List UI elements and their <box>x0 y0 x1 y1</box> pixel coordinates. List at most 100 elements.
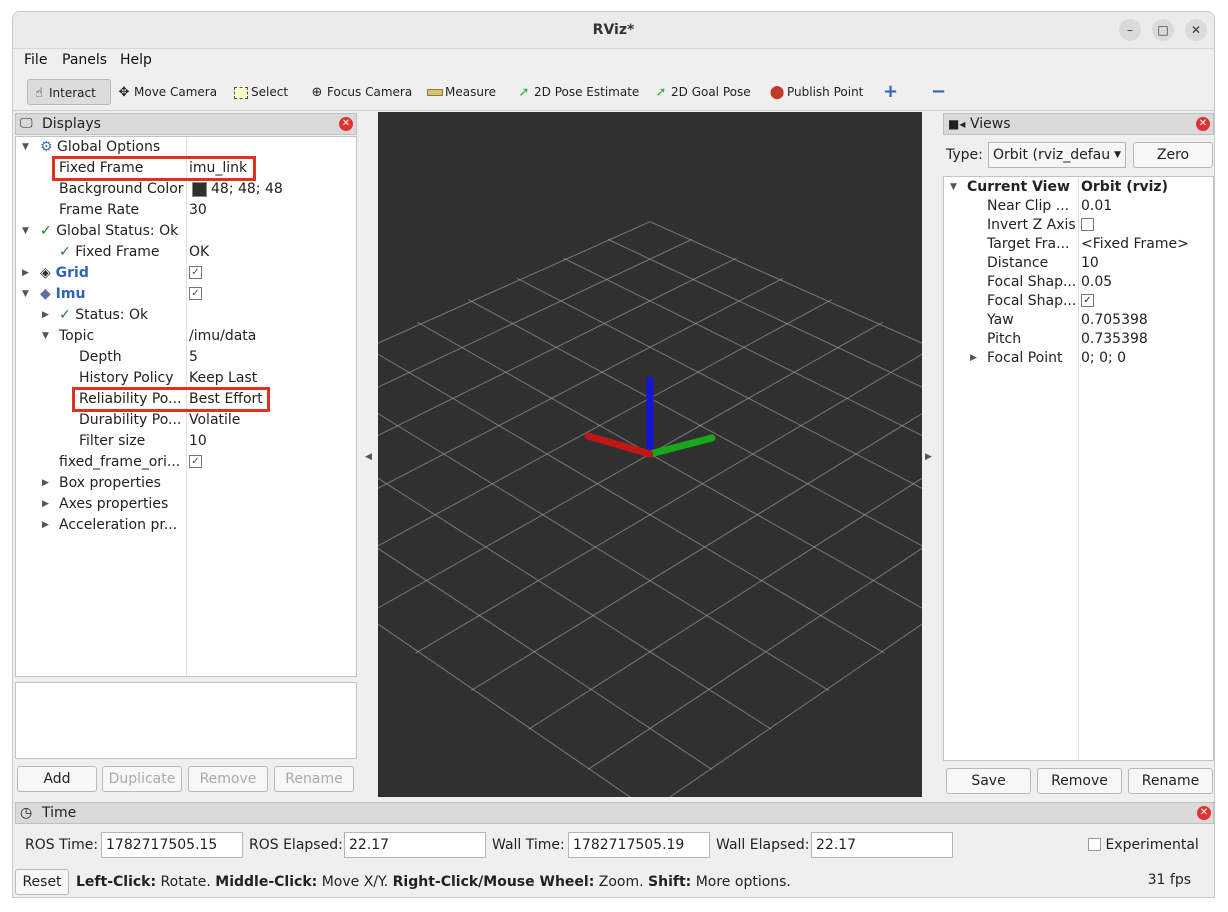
tree-row-focal-shape-size[interactable]: Focal Shap... <box>987 272 1076 293</box>
tree-row-focal-shape-fixed[interactable]: Focal Shap... <box>987 291 1076 312</box>
tree-row-global-options[interactable]: ⚙ Global Options <box>40 137 160 158</box>
minimize-button[interactable]: – <box>1119 19 1141 41</box>
wall-elapsed-field[interactable]: 22.17 <box>811 832 953 858</box>
tool-interact[interactable]: ☝ Interact <box>27 79 111 105</box>
wall-time-field[interactable]: 1782717505.19 <box>568 832 710 858</box>
experimental-checkbox[interactable]: Experimental <box>1088 832 1199 858</box>
expand-arrow[interactable]: ▶ <box>42 305 49 326</box>
focal-shape-size-value[interactable]: 0.05 <box>1081 272 1112 293</box>
move-camera-icon: ✥ <box>118 85 130 100</box>
tree-row-distance[interactable]: Distance <box>987 253 1048 274</box>
remove-tool-button[interactable]: − <box>931 79 946 105</box>
ros-time-field[interactable]: 1782717505.15 <box>101 832 243 858</box>
tree-row-depth[interactable]: Depth <box>79 347 122 368</box>
tree-row-fixed-frame-orientation[interactable]: fixed_frame_ori... <box>59 452 180 473</box>
expand-arrow[interactable]: ▶ <box>42 515 49 536</box>
target-frame-value[interactable]: <Fixed Frame> <box>1081 234 1189 255</box>
expand-arrow[interactable]: ▶ <box>970 348 977 369</box>
tool-select[interactable]: Select <box>233 79 288 105</box>
tool-2d-pose-estimate[interactable]: ➚ 2D Pose Estimate <box>516 79 640 105</box>
add-tool-button[interactable]: + <box>883 79 898 105</box>
tree-row-acceleration-properties[interactable]: Acceleration pr... <box>59 515 177 536</box>
fixed-frame-orientation-checkbox[interactable]: ✓ <box>189 452 202 473</box>
time-title: Time <box>42 805 77 821</box>
durability-policy-value[interactable]: Volatile <box>189 410 240 431</box>
tree-row-status-fixed-frame[interactable]: ✓ Fixed Frame <box>59 242 160 263</box>
tree-row-background-color[interactable]: Background Color <box>59 179 184 200</box>
grid-enabled-checkbox[interactable]: ✓ <box>189 263 202 284</box>
expand-arrow[interactable]: ▶ <box>22 263 29 284</box>
frame-rate-value[interactable]: 30 <box>189 200 207 221</box>
close-views-icon[interactable]: ✕ <box>1196 117 1210 131</box>
clock-icon: ◷ <box>20 805 33 821</box>
menu-help[interactable]: Help <box>120 52 152 68</box>
tree-row-imu-status[interactable]: ✓ Status: Ok <box>59 305 148 326</box>
ros-elapsed-field[interactable]: 22.17 <box>344 832 486 858</box>
collapse-arrow[interactable]: ▼ <box>22 221 29 242</box>
tree-row-current-view[interactable]: Current View <box>967 177 1070 198</box>
topic-value[interactable]: /imu/data <box>189 326 256 347</box>
tree-row-global-status[interactable]: ✓ Global Status: Ok <box>40 221 178 242</box>
history-policy-value[interactable]: Keep Last <box>189 368 257 389</box>
add-display-button[interactable]: Add <box>17 766 97 792</box>
tree-row-box-properties[interactable]: Box properties <box>59 473 161 494</box>
duplicate-display-button[interactable]: Duplicate <box>102 766 182 792</box>
tool-2d-goal-pose[interactable]: ➚ 2D Goal Pose <box>653 79 751 105</box>
close-window-button[interactable]: ✕ <box>1185 19 1207 41</box>
collapse-arrow[interactable]: ▼ <box>22 284 29 305</box>
menu-panels[interactable]: Panels <box>62 52 107 68</box>
pitch-value[interactable]: 0.735398 <box>1081 329 1148 350</box>
views-title: Views <box>970 116 1011 132</box>
render-viewport[interactable] <box>378 112 922 797</box>
tree-row-target-frame[interactable]: Target Fra... <box>987 234 1069 255</box>
tree-row-topic[interactable]: Topic <box>59 326 94 347</box>
checkmark-icon: ✓ <box>59 307 71 323</box>
close-time-icon[interactable]: ✕ <box>1197 806 1211 820</box>
distance-value[interactable]: 10 <box>1081 253 1099 274</box>
background-color-value[interactable]: 48; 48; 48 <box>192 179 283 200</box>
save-view-button[interactable]: Save <box>946 768 1031 794</box>
focal-point-value[interactable]: 0; 0; 0 <box>1081 348 1126 369</box>
tree-row-durability-policy[interactable]: Durability Po... <box>79 410 181 431</box>
near-clip-value[interactable]: 0.01 <box>1081 196 1112 217</box>
maximize-button[interactable]: □ <box>1152 19 1174 41</box>
tree-row-focal-point[interactable]: Focal Point <box>987 348 1063 369</box>
focal-shape-fixed-checkbox[interactable]: ✓ <box>1081 291 1094 312</box>
tree-row-yaw[interactable]: Yaw <box>987 310 1014 331</box>
right-splitter-arrow-icon[interactable]: ▶ <box>925 452 932 462</box>
expand-arrow[interactable]: ▶ <box>42 494 49 515</box>
tree-row-invert-z[interactable]: Invert Z Axis <box>987 215 1076 236</box>
rename-display-button[interactable]: Rename <box>274 766 354 792</box>
tool-publish-point[interactable]: ⬤ Publish Point <box>769 79 864 105</box>
wall-time-label: Wall Time: <box>492 837 565 853</box>
filter-size-value[interactable]: 10 <box>189 431 207 452</box>
collapse-arrow[interactable]: ▼ <box>950 177 957 198</box>
tree-row-pitch[interactable]: Pitch <box>987 329 1021 350</box>
zero-button[interactable]: Zero <box>1133 142 1213 168</box>
imu-enabled-checkbox[interactable]: ✓ <box>189 284 202 305</box>
expand-arrow[interactable]: ▶ <box>42 473 49 494</box>
reset-button[interactable]: Reset <box>15 869 69 895</box>
yaw-value[interactable]: 0.705398 <box>1081 310 1148 331</box>
tree-row-near-clip[interactable]: Near Clip ... <box>987 196 1069 217</box>
tree-row-imu[interactable]: ◆ Imu <box>40 284 85 305</box>
collapse-arrow[interactable]: ▼ <box>42 326 49 347</box>
tool-move-camera[interactable]: ✥ Move Camera <box>116 79 218 105</box>
remove-view-button[interactable]: Remove <box>1037 768 1122 794</box>
tree-row-grid[interactable]: ◈ Grid <box>40 263 89 284</box>
close-displays-icon[interactable]: ✕ <box>339 117 353 131</box>
tree-row-filter-size[interactable]: Filter size <box>79 431 145 452</box>
tree-row-history-policy[interactable]: History Policy <box>79 368 174 389</box>
rename-view-button[interactable]: Rename <box>1128 768 1213 794</box>
collapse-arrow[interactable]: ▼ <box>22 137 29 158</box>
menu-file[interactable]: File <box>24 52 47 68</box>
tree-row-axes-properties[interactable]: Axes properties <box>59 494 168 515</box>
tree-row-frame-rate[interactable]: Frame Rate <box>59 200 139 221</box>
remove-display-button[interactable]: Remove <box>188 766 268 792</box>
left-splitter-arrow-icon[interactable]: ◀ <box>365 452 372 462</box>
tool-measure[interactable]: Measure <box>427 79 496 105</box>
tool-focus-camera[interactable]: ⊕ Focus Camera <box>309 79 413 105</box>
view-type-select[interactable]: Orbit (rviz_defau ▼ <box>988 142 1126 168</box>
depth-value[interactable]: 5 <box>189 347 198 368</box>
invert-z-checkbox[interactable] <box>1081 215 1094 236</box>
